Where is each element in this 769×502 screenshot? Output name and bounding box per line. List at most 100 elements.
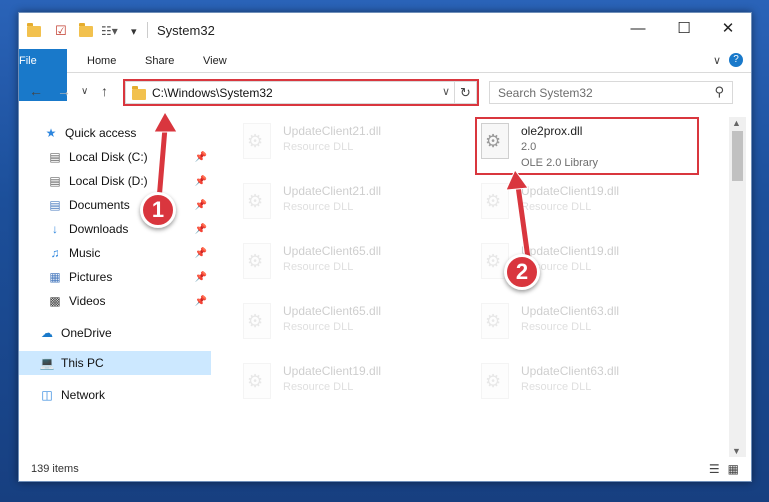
file-type: Resource DLL xyxy=(283,201,354,213)
sidebar-item-network[interactable]: ◫ Network xyxy=(19,383,211,407)
vertical-scrollbar[interactable]: ▲ ▼ xyxy=(729,117,746,457)
pin-icon[interactable]: 📌 xyxy=(195,152,207,163)
sidebar-item-label: Local Disk (D:) xyxy=(69,174,148,188)
back-icon[interactable]: ← xyxy=(29,83,43,99)
file-name: UpdateClient19.dll xyxy=(521,244,620,258)
pin-icon[interactable]: 📌 xyxy=(195,296,207,307)
close-icon[interactable]: ✕ xyxy=(705,13,751,43)
expand-ribbon-icon[interactable]: ∨ xyxy=(713,54,721,67)
file-type: Resource DLL xyxy=(283,141,354,153)
sidebar-item-label: Videos xyxy=(69,294,106,308)
dll-file-icon: ⚙ xyxy=(477,303,513,343)
dropdown-icon[interactable]: ▾ xyxy=(131,22,137,40)
sidebar-item-label: Quick access xyxy=(65,126,137,140)
sidebar-item-label: Pictures xyxy=(69,270,113,284)
file-type: Resource DLL xyxy=(521,321,592,333)
video-icon: ▩ xyxy=(49,294,61,308)
navigation-bar: ← → ∨ ↑ C:\Windows\System32 ∨ ↻ Search S… xyxy=(19,75,751,109)
file-name: UpdateClient21.dll xyxy=(283,124,382,138)
navigation-pane: ★ Quick access ▤ Local Disk (C:) 📌 ▤ Loc… xyxy=(19,117,211,457)
window-title: System32 xyxy=(157,23,215,38)
sidebar-item-videos[interactable]: ▩ Videos 📌 xyxy=(19,289,211,313)
dll-file-icon: ⚙ xyxy=(239,183,275,223)
ribbon-tabs: File Home Share View ∨ ? xyxy=(19,49,751,101)
pin-icon[interactable]: 📌 xyxy=(195,176,207,187)
item-count: 139 items xyxy=(31,463,79,475)
sidebar-item-quick-access[interactable]: ★ Quick access xyxy=(19,121,211,145)
customize-toolbar-icon[interactable]: ☷▾ xyxy=(101,22,118,40)
file-type: Resource DLL xyxy=(283,321,354,333)
sidebar-item-label: Local Disk (C:) xyxy=(69,150,148,164)
sidebar-item-documents[interactable]: ▤ Documents 📌 xyxy=(19,193,211,217)
sidebar-item-label: Network xyxy=(61,388,106,402)
scroll-down-icon[interactable]: ▼ xyxy=(732,446,741,456)
folder-icon[interactable] xyxy=(27,22,41,40)
download-icon: ↓ xyxy=(52,222,58,236)
dll-file-icon: ⚙ xyxy=(239,303,275,343)
file-name: UpdateClient19.dll xyxy=(521,184,620,198)
dll-file-icon: ⚙ xyxy=(239,123,275,163)
new-folder-icon[interactable] xyxy=(79,22,93,40)
recent-locations-icon[interactable]: ∨ xyxy=(81,86,88,97)
network-icon: ◫ xyxy=(41,388,53,402)
pin-icon[interactable]: 📌 xyxy=(195,200,207,211)
scrollbar-thumb[interactable] xyxy=(732,131,743,181)
sidebar-item-local-disk-d[interactable]: ▤ Local Disk (D:) 📌 xyxy=(19,169,211,193)
search-input[interactable]: Search System32 xyxy=(498,86,593,100)
sidebar-item-pictures[interactable]: ▦ Pictures 📌 xyxy=(19,265,211,289)
file-name: UpdateClient19.dll xyxy=(283,364,382,378)
sidebar-item-label: Music xyxy=(69,246,101,260)
help-icon[interactable]: ? xyxy=(729,53,743,67)
file-name: UpdateClient65.dll xyxy=(283,304,382,318)
file-name: UpdateClient63.dll xyxy=(521,304,620,318)
search-icon[interactable]: ⚲ xyxy=(714,84,724,100)
search-box[interactable]: Search System32 ⚲ xyxy=(489,81,733,104)
dll-file-icon: ⚙ xyxy=(477,363,513,403)
sidebar-item-downloads[interactable]: ↓ Downloads 📌 xyxy=(19,217,211,241)
sidebar-item-onedrive[interactable]: ☁ OneDrive xyxy=(19,321,211,345)
list-item[interactable]: ⚙ UpdateClient63.dll Resource DLL xyxy=(477,297,707,349)
tab-home[interactable]: Home xyxy=(77,49,126,73)
list-item[interactable]: ⚙ UpdateClient19.dll Resource DLL xyxy=(477,177,707,229)
tab-view[interactable]: View xyxy=(193,49,237,73)
list-item[interactable]: ⚙ UpdateClient63.dll Resource DLL xyxy=(477,357,707,409)
document-icon: ▤ xyxy=(49,198,61,212)
file-highlight-box xyxy=(475,117,699,175)
file-name: UpdateClient65.dll xyxy=(283,244,382,258)
title-bar: ☑ ☷▾ ▾ System32 — ☐ ✕ xyxy=(19,13,751,47)
view-switcher: ☰ ▦ xyxy=(709,462,739,476)
list-item[interactable]: ⚙ UpdateClient21.dll Resource DLL xyxy=(239,117,469,169)
maximize-icon[interactable]: ☐ xyxy=(661,13,707,43)
step-1-badge: 1 xyxy=(140,192,176,228)
details-view-icon[interactable]: ☰ xyxy=(709,462,720,476)
pin-icon[interactable]: 📌 xyxy=(195,272,207,283)
list-item[interactable]: ⚙ UpdateClient19.dll Resource DLL xyxy=(239,357,469,409)
pin-icon[interactable]: 📌 xyxy=(195,248,207,259)
status-bar: 139 items ☰ ▦ xyxy=(19,459,751,481)
large-icons-view-icon[interactable]: ▦ xyxy=(728,462,739,476)
list-item[interactable]: ⚙ UpdateClient65.dll Resource DLL xyxy=(239,297,469,349)
computer-icon: 💻 xyxy=(39,356,55,370)
list-item[interactable]: ⚙ UpdateClient65.dll Resource DLL xyxy=(239,237,469,289)
star-icon: ★ xyxy=(45,126,57,140)
list-item[interactable]: ⚙ UpdateClient21.dll Resource DLL xyxy=(239,177,469,229)
pin-icon[interactable]: 📌 xyxy=(195,224,207,235)
title-divider xyxy=(147,22,148,38)
file-name: UpdateClient63.dll xyxy=(521,364,620,378)
minimize-icon[interactable]: — xyxy=(615,13,661,43)
drive-icon: ▤ xyxy=(49,150,61,164)
dll-file-icon: ⚙ xyxy=(239,243,275,283)
scroll-up-icon[interactable]: ▲ xyxy=(732,118,741,128)
sidebar-item-local-disk-c[interactable]: ▤ Local Disk (C:) 📌 xyxy=(19,145,211,169)
tab-share[interactable]: Share xyxy=(135,49,184,73)
properties-icon[interactable]: ☑ xyxy=(55,22,67,40)
file-type: Resource DLL xyxy=(283,261,354,273)
forward-icon[interactable]: → xyxy=(57,83,71,99)
sidebar-item-label: Downloads xyxy=(69,222,129,236)
music-icon: ♫ xyxy=(50,246,60,260)
sidebar-item-this-pc[interactable]: 💻 This PC xyxy=(19,351,211,375)
up-icon[interactable]: ↑ xyxy=(101,83,108,99)
file-type: Resource DLL xyxy=(521,381,592,393)
dll-file-icon: ⚙ xyxy=(239,363,275,403)
sidebar-item-music[interactable]: ♫ Music 📌 xyxy=(19,241,211,265)
